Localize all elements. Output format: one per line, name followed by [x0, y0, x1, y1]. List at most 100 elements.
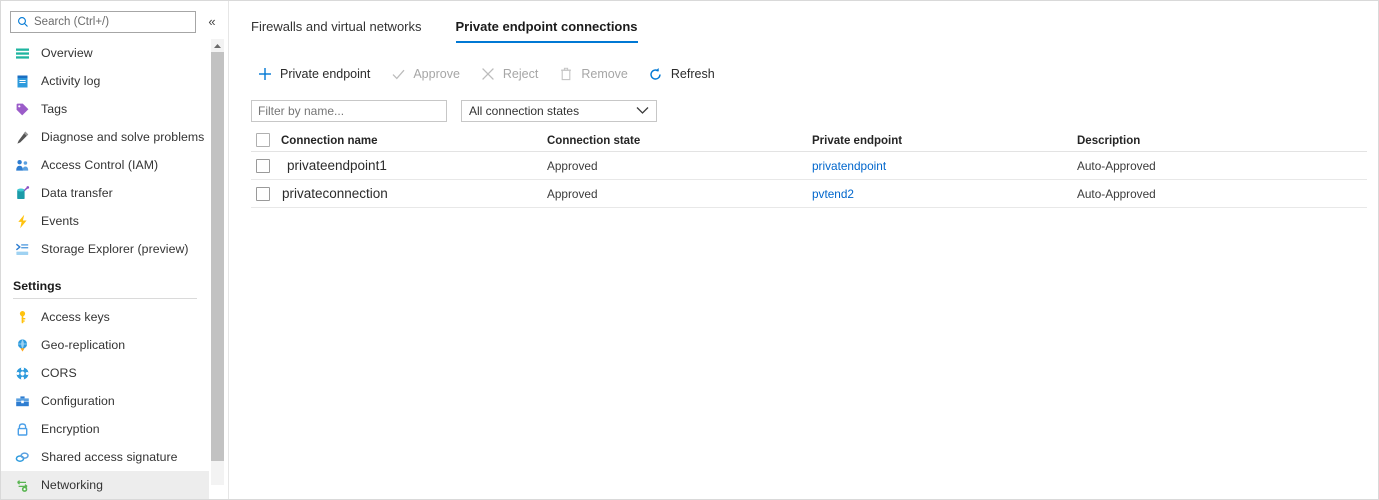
- sidebar-item-label: Networking: [41, 478, 103, 492]
- sidebar-item-data-transfer[interactable]: Data transfer: [1, 179, 209, 207]
- sidebar-item-overview[interactable]: Overview: [1, 39, 209, 67]
- sidebar-item-label: Encryption: [41, 422, 100, 436]
- reject-button[interactable]: Reject: [479, 65, 538, 83]
- trash-icon: [557, 65, 575, 83]
- cell-description: Auto-Approved: [1077, 159, 1156, 173]
- sidebar-nav-list: Overview Activity log: [1, 39, 209, 499]
- configuration-icon: [13, 392, 31, 410]
- command-label: Reject: [503, 67, 538, 81]
- refresh-button[interactable]: Refresh: [647, 65, 715, 83]
- refresh-icon: [647, 65, 665, 83]
- sidebar-item-label: Access Control (IAM): [41, 158, 158, 172]
- search-icon: [17, 16, 29, 28]
- cell-description: Auto-Approved: [1077, 187, 1156, 201]
- globe-icon: [13, 336, 31, 354]
- filter-by-name-input[interactable]: [251, 100, 447, 122]
- cell-connection-name: privateendpoint1: [281, 158, 387, 173]
- cell-private-endpoint-link[interactable]: privatendpoint: [812, 159, 886, 173]
- activity-log-icon: [13, 72, 31, 90]
- sidebar-item-configuration[interactable]: Configuration: [1, 387, 209, 415]
- sidebar-section-settings: Settings: [1, 263, 209, 293]
- chevron-double-left-icon[interactable]: «: [203, 13, 221, 31]
- sidebar-scrollbar-thumb[interactable]: [211, 52, 224, 461]
- column-header-private-endpoint: Private endpoint: [812, 135, 902, 147]
- table-header-row: Connection name Connection state Private…: [251, 128, 1367, 152]
- main-content-panel: Firewalls and virtual networks Private e…: [230, 1, 1378, 499]
- sidebar-item-label: Events: [41, 214, 79, 228]
- row-select-cell[interactable]: [251, 187, 281, 201]
- row-checkbox[interactable]: [256, 159, 270, 173]
- tab-firewalls-and-virtual-networks[interactable]: Firewalls and virtual networks: [251, 19, 422, 43]
- table-row[interactable]: privateendpoint1 Approved privatendpoint…: [251, 152, 1367, 180]
- tab-private-endpoint-connections[interactable]: Private endpoint connections: [456, 19, 638, 43]
- sidebar-item-tags[interactable]: Tags: [1, 95, 209, 123]
- sidebar-item-label: Tags: [41, 102, 67, 116]
- add-private-endpoint-button[interactable]: Private endpoint: [256, 65, 370, 83]
- command-label: Private endpoint: [280, 67, 370, 81]
- lock-icon: [13, 420, 31, 438]
- diagnose-icon: [13, 128, 31, 146]
- sidebar-item-label: Access keys: [41, 310, 110, 324]
- sidebar-item-label: Activity log: [41, 74, 100, 88]
- sidebar-item-geo-replication[interactable]: Geo-replication: [1, 331, 209, 359]
- sidebar-item-label: Data transfer: [41, 186, 113, 200]
- data-transfer-icon: [13, 184, 31, 202]
- left-navigation-sidebar: « Overview: [1, 1, 229, 499]
- sidebar-item-encryption[interactable]: Encryption: [1, 415, 209, 443]
- tab-label: Firewalls and virtual networks: [251, 19, 422, 34]
- sidebar-item-label: Storage Explorer (preview): [41, 242, 189, 256]
- connection-state-select[interactable]: All connection states: [461, 100, 657, 122]
- sidebar-item-shared-access-signature[interactable]: Shared access signature: [1, 443, 209, 471]
- sidebar-item-networking[interactable]: Networking: [1, 471, 209, 499]
- azure-portal-networking-blade: « Overview: [0, 0, 1379, 500]
- approve-button[interactable]: Approve: [389, 65, 460, 83]
- remove-button[interactable]: Remove: [557, 65, 628, 83]
- column-header-description: Description: [1077, 135, 1140, 147]
- overview-icon: [13, 44, 31, 62]
- sidebar-search-box[interactable]: [10, 11, 196, 33]
- connection-state-select-value: All connection states: [469, 104, 636, 118]
- tab-label: Private endpoint connections: [456, 19, 638, 34]
- key-icon: [13, 308, 31, 326]
- plus-icon: [256, 65, 274, 83]
- sidebar-item-storage-explorer-preview[interactable]: Storage Explorer (preview): [1, 235, 209, 263]
- private-endpoint-connections-table: Connection name Connection state Private…: [251, 128, 1367, 208]
- storage-explorer-icon: [13, 240, 31, 258]
- row-checkbox[interactable]: [256, 187, 270, 201]
- cell-connection-state: Approved: [547, 187, 598, 201]
- sidebar-item-label: Geo-replication: [41, 338, 125, 352]
- select-all-checkbox[interactable]: [256, 133, 270, 147]
- sidebar-item-label: Diagnose and solve problems: [41, 130, 204, 144]
- row-select-cell[interactable]: [251, 159, 281, 173]
- sidebar-item-label: CORS: [41, 366, 77, 380]
- cell-connection-name: privateconnection: [281, 186, 388, 201]
- sidebar-item-label: Overview: [41, 46, 93, 60]
- sidebar-item-events[interactable]: Events: [1, 207, 209, 235]
- cross-icon: [479, 65, 497, 83]
- access-control-icon: [13, 156, 31, 174]
- networking-icon: [13, 476, 31, 494]
- command-label: Remove: [581, 67, 628, 81]
- column-header-connection-state: Connection state: [547, 135, 640, 147]
- filter-bar: All connection states: [251, 100, 657, 122]
- table-row[interactable]: privateconnection Approved pvtend2 Auto-…: [251, 180, 1367, 208]
- command-label: Approve: [413, 67, 460, 81]
- sidebar-item-label: Shared access signature: [41, 450, 178, 464]
- scroll-up-arrow-icon[interactable]: [211, 39, 224, 52]
- select-all-cell[interactable]: [251, 133, 281, 147]
- sidebar-item-label: Configuration: [41, 394, 115, 408]
- sidebar-section-divider: [13, 298, 197, 299]
- search-input[interactable]: [34, 16, 184, 28]
- sidebar-item-cors[interactable]: CORS: [1, 359, 209, 387]
- sidebar-item-access-control-iam[interactable]: Access Control (IAM): [1, 151, 209, 179]
- events-icon: [13, 212, 31, 230]
- sidebar-item-diagnose-and-solve-problems[interactable]: Diagnose and solve problems: [1, 123, 209, 151]
- checkmark-icon: [389, 65, 407, 83]
- command-label: Refresh: [671, 67, 715, 81]
- sidebar-item-access-keys[interactable]: Access keys: [1, 303, 209, 331]
- sidebar-item-activity-log[interactable]: Activity log: [1, 67, 209, 95]
- cell-private-endpoint-link[interactable]: pvtend2: [812, 187, 854, 201]
- chevron-down-icon: [636, 102, 649, 120]
- blade-tabs: Firewalls and virtual networks Private e…: [251, 19, 672, 43]
- shared-access-signature-icon: [13, 448, 31, 466]
